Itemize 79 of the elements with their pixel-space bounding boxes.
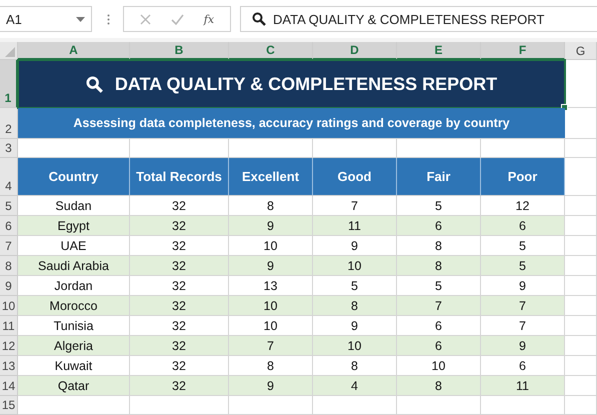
column-heading: Country	[18, 158, 130, 196]
table-cell: 32	[130, 296, 229, 316]
table-cell: 9	[229, 376, 313, 396]
row-header[interactable]: 11	[0, 316, 18, 336]
row-header[interactable]: 9	[0, 276, 18, 296]
caret-icon[interactable]	[76, 16, 85, 22]
column-header[interactable]: D	[313, 42, 397, 60]
row-header[interactable]: 1	[0, 60, 18, 108]
table-cell: 9	[229, 216, 313, 236]
row-header[interactable]: 3	[0, 139, 18, 158]
column-header[interactable]: G	[565, 42, 597, 60]
row-header[interactable]: 6	[0, 216, 18, 236]
table-cell: 32	[130, 216, 229, 236]
table-cell: 10	[229, 296, 313, 316]
insert-function-button[interactable]: fx	[204, 12, 214, 26]
empty-cell	[565, 158, 597, 196]
row-header[interactable]: 15	[0, 396, 18, 415]
empty-cell	[565, 196, 597, 216]
column-header[interactable]: F	[481, 42, 565, 60]
table-cell: Egypt	[18, 216, 130, 236]
table-cell: 6	[397, 336, 481, 356]
triangle-icon	[5, 47, 15, 57]
column-heading: Total Records	[130, 158, 229, 196]
table-cell: 8	[313, 296, 397, 316]
table-cell: 32	[130, 336, 229, 356]
report-title: DATA QUALITY & COMPLETENESS REPORT	[114, 74, 498, 94]
row-header[interactable]: 12	[0, 336, 18, 356]
row-header[interactable]: 14	[0, 376, 18, 396]
row-header[interactable]: 2	[0, 108, 18, 139]
table-cell: Morocco	[18, 296, 130, 316]
check-icon[interactable]	[170, 14, 184, 24]
column-heading: Excellent	[229, 158, 313, 196]
column-heading: Good	[313, 158, 397, 196]
row-header[interactable]: 8	[0, 256, 18, 276]
empty-cell	[565, 356, 597, 376]
formula-field[interactable]: DATA QUALITY & COMPLETENESS REPORT	[240, 6, 597, 32]
empty-cell	[565, 236, 597, 256]
table-cell: 6	[481, 216, 565, 236]
name-box[interactable]: A1	[0, 6, 92, 32]
column-heading: Poor	[481, 158, 565, 196]
table-cell: Saudi Arabia	[18, 256, 130, 276]
row-header[interactable]: 10	[0, 296, 18, 316]
table-cell: 32	[130, 376, 229, 396]
column-header[interactable]: B	[130, 42, 229, 60]
table-cell: 7	[229, 336, 313, 356]
table-cell: 7	[397, 296, 481, 316]
table-cell: Qatar	[18, 376, 130, 396]
table-cell: 11	[481, 376, 565, 396]
row-header[interactable]: 4	[0, 158, 18, 196]
row-header[interactable]: 13	[0, 356, 18, 376]
empty-cell	[565, 139, 597, 158]
table-cell: 10	[313, 336, 397, 356]
table-cell: 8	[397, 256, 481, 276]
table-cell: 9	[481, 336, 565, 356]
table-cell: 4	[313, 376, 397, 396]
table-cell: 6	[397, 216, 481, 236]
column-heading: Fair	[397, 158, 481, 196]
table-cell: Algeria	[18, 336, 130, 356]
table-cell: 8	[397, 376, 481, 396]
table-cell: 32	[130, 256, 229, 276]
column-header[interactable]: E	[397, 42, 481, 60]
empty-cell	[565, 396, 597, 415]
more-icon[interactable]	[107, 14, 110, 24]
search-icon	[252, 12, 266, 26]
empty-cell	[565, 276, 597, 296]
column-header[interactable]: A	[18, 42, 130, 60]
empty-cell	[565, 316, 597, 336]
row-header[interactable]: 5	[0, 196, 18, 216]
search-icon	[86, 76, 103, 92]
table-cell: 7	[481, 296, 565, 316]
cancel-icon[interactable]	[140, 14, 151, 24]
table-cell: 9	[229, 256, 313, 276]
table-cell: 10	[313, 256, 397, 276]
report-subtitle: Assessing data completeness, accuracy ratings and coverage by country	[73, 116, 510, 130]
row-header[interactable]: 7	[0, 236, 18, 256]
empty-cell	[565, 60, 597, 108]
table-cell: 11	[313, 216, 397, 236]
column-header[interactable]: C	[229, 42, 313, 60]
table-cell: 5	[481, 256, 565, 276]
